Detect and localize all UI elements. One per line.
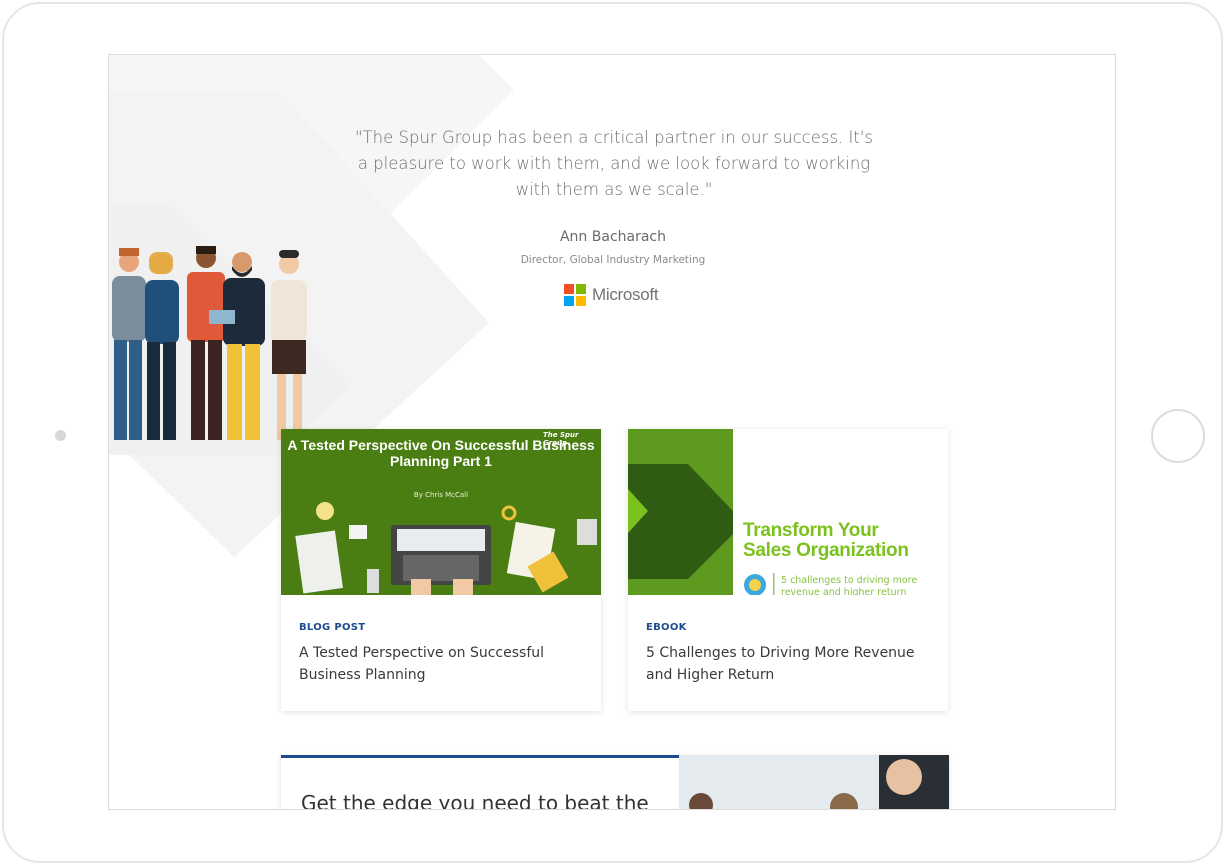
card-title[interactable]: 5 Challenges to Driving More Revenue and…	[646, 642, 931, 686]
team-photo	[679, 755, 949, 809]
ebook-title-line2: Sales Organization	[743, 540, 909, 561]
blog-post-image: The Spur Group A Tested Perspective On S…	[281, 429, 601, 595]
cta-accent-bar	[281, 755, 679, 758]
testimonial-quote: "The Spur Group has been a critical part…	[354, 128, 874, 199]
cta-headline: Get the edge you need to beat the	[301, 791, 649, 810]
resource-card-blog[interactable]: The Spur Group A Tested Perspective On S…	[281, 429, 601, 711]
page-viewport: "The Spur Group has been a critical part…	[108, 54, 1116, 810]
microsoft-logo: Microsoft	[564, 283, 659, 307]
ebook-image-subtitle: 5 challenges to driving more revenue and…	[781, 575, 918, 595]
ebook-cover-image: Transform Your Sales Organization 5 chal…	[628, 429, 948, 595]
card-title[interactable]: A Tested Perspective on Successful Busin…	[299, 642, 584, 686]
microsoft-squares-icon	[564, 284, 586, 306]
ebook-image-title: Transform Your Sales Organization	[743, 521, 909, 561]
microsoft-logo-text: Microsoft	[592, 285, 659, 304]
resource-card-ebook[interactable]: Transform Your Sales Organization 5 chal…	[628, 429, 948, 711]
ebook-cover-art	[628, 429, 775, 595]
card-type-label: BLOG POST	[299, 622, 366, 633]
ebook-title-line1: Transform Your	[743, 520, 879, 541]
card-type-label: EBOOK	[646, 622, 687, 633]
home-button[interactable]	[1151, 409, 1205, 463]
desk-illustration	[295, 502, 597, 595]
team-illustration	[112, 246, 307, 440]
cta-photo	[679, 755, 949, 809]
cta-banner: Get the edge you need to beat the	[281, 755, 949, 810]
camera-dot	[55, 430, 66, 441]
